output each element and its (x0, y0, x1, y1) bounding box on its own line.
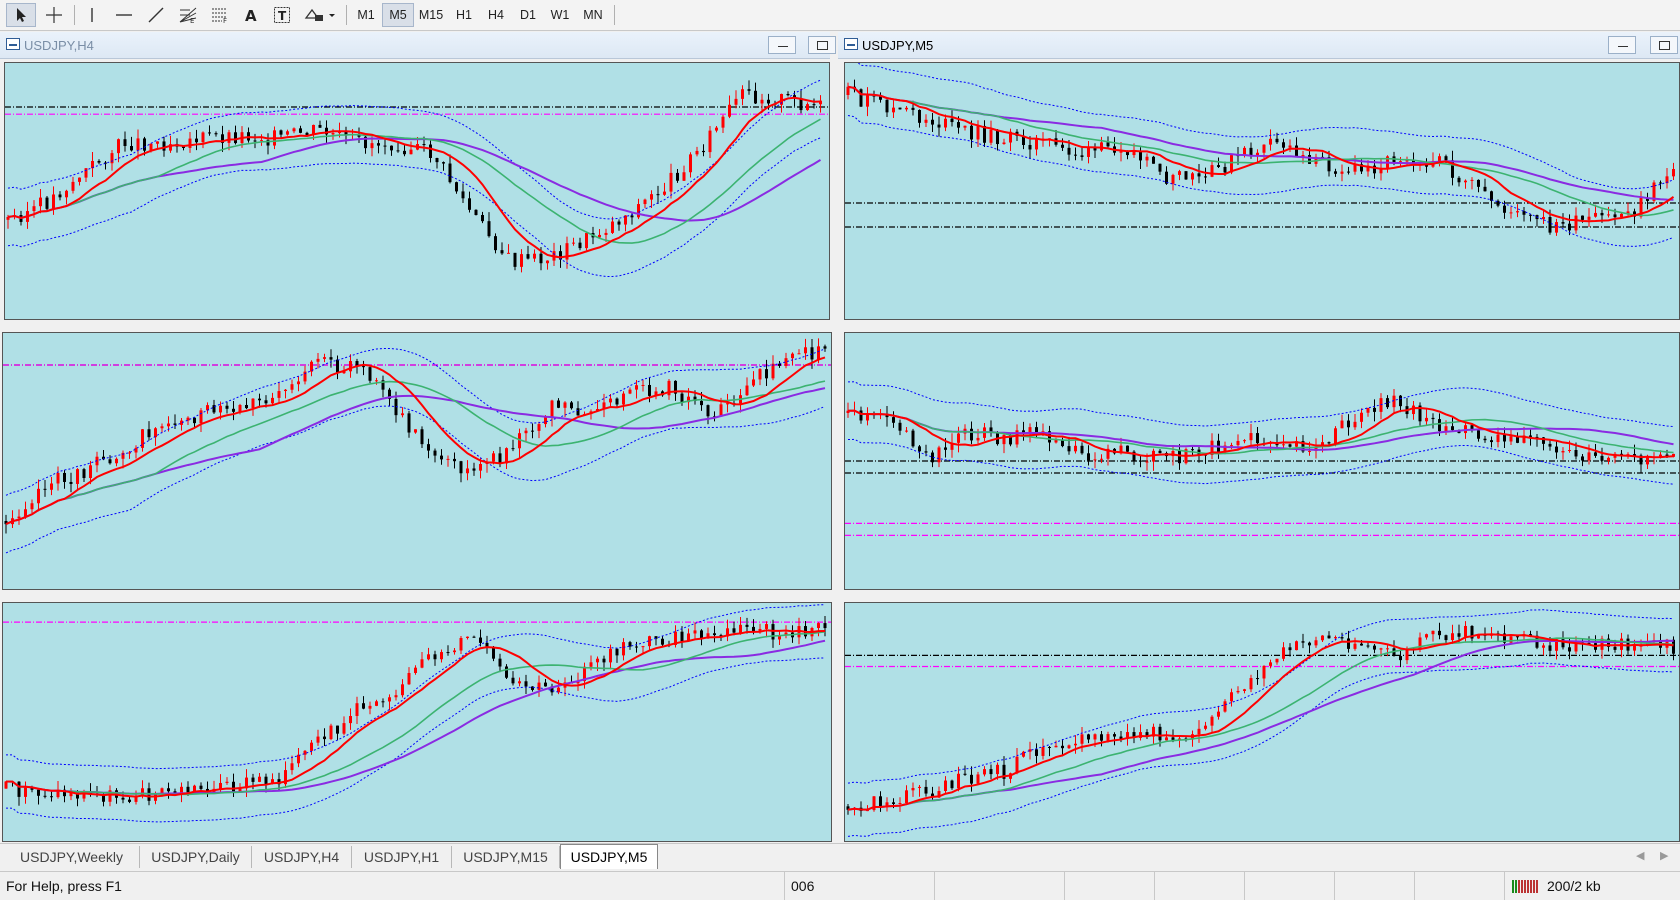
status-help-text: For Help, press F1 (6, 878, 122, 894)
shapes-dropdown-icon[interactable] (300, 3, 340, 27)
text-label-icon[interactable]: T (268, 3, 296, 27)
chart-window-icon (844, 38, 858, 50)
chart-window-title-bar[interactable]: USDJPY,M5 (838, 32, 1680, 59)
connection-bars-icon (1512, 880, 1538, 893)
timeframe-h4-button[interactable]: H4 (480, 3, 512, 27)
timeframe-d1-button[interactable]: D1 (512, 3, 544, 27)
price-chart-graphic (3, 338, 831, 554)
maximize-button[interactable] (1650, 36, 1678, 54)
horizontal-line-icon[interactable] (110, 3, 138, 27)
tab-usdjpy-m15[interactable]: USDJPY,M15 (452, 846, 560, 868)
status-profile: 006 (784, 872, 934, 900)
maximize-button[interactable] (808, 36, 836, 54)
chart-plot-area[interactable] (844, 602, 1680, 842)
minimize-button[interactable] (1608, 36, 1636, 54)
tab-usdjpy-h4[interactable]: USDJPY,H4 (252, 846, 352, 868)
chart-plot-area[interactable] (4, 62, 830, 320)
timeframe-m5-button[interactable]: M5 (382, 3, 414, 27)
chart-window[interactable] (0, 330, 832, 592)
timeframe-w1-button[interactable]: W1 (544, 3, 576, 27)
svg-text:E: E (190, 17, 194, 24)
tab-usdjpy-weekly[interactable]: USDJPY,Weekly (4, 846, 140, 868)
chart-window[interactable] (0, 600, 832, 842)
chart-plot-area[interactable] (844, 332, 1680, 590)
chart-window-usdjpy-m5[interactable]: USDJPY,M5 (838, 32, 1680, 324)
status-cell (1244, 872, 1334, 900)
tab-scroll-right-icon[interactable]: ▶ (1660, 849, 1668, 862)
status-cell (1154, 872, 1244, 900)
svg-text:A: A (245, 7, 257, 23)
status-connection: 200/2 kb (1504, 872, 1680, 900)
cursor-icon[interactable] (6, 3, 36, 27)
status-cell (1064, 872, 1154, 900)
minimize-button[interactable] (768, 36, 796, 54)
price-chart-graphic (5, 79, 829, 278)
price-chart-graphic (3, 604, 831, 823)
chart-plot-area[interactable] (2, 332, 832, 590)
chart-window[interactable] (838, 600, 1680, 842)
timeframe-h1-button[interactable]: H1 (448, 3, 480, 27)
timeframe-mn-button[interactable]: MN (576, 3, 610, 27)
tab-usdjpy-m5[interactable]: USDJPY,M5 (560, 844, 658, 869)
vertical-line-icon[interactable] (80, 3, 104, 27)
chart-window-title: USDJPY,M5 (862, 37, 934, 53)
text-icon[interactable]: A (238, 3, 264, 27)
chart-window[interactable] (838, 330, 1680, 592)
svg-text:F: F (223, 17, 227, 24)
status-cell (1334, 872, 1414, 900)
price-chart-graphic (845, 381, 1679, 536)
status-cell (1414, 872, 1504, 900)
chart-window-title-bar[interactable]: USDJPY,H4 (0, 32, 836, 59)
chart-plot-area[interactable] (844, 62, 1680, 320)
status-cell (934, 872, 1064, 900)
status-bar: For Help, press F1 006 200/2 kb (0, 871, 1680, 900)
chart-tab-bar: USDJPY,Weekly USDJPY,Daily USDJPY,H4 USD… (0, 843, 1680, 870)
fibonacci-retracement-icon[interactable]: F (206, 3, 234, 27)
fibonacci-fan-icon[interactable]: E (174, 3, 202, 27)
tab-scroll-left-icon[interactable]: ◀ (1636, 849, 1644, 862)
price-chart-graphic (845, 609, 1679, 837)
trendline-icon[interactable] (142, 3, 170, 27)
crosshair-icon[interactable] (40, 3, 68, 27)
status-traffic: 200/2 kb (1547, 878, 1601, 894)
chart-window-usdjpy-h4[interactable]: USDJPY,H4 (0, 32, 836, 324)
toolbar: E F A T M1 M5 M15 H1 H4 D1 W1 MN (0, 0, 1680, 31)
price-chart-graphic (845, 63, 1679, 247)
timeframe-m15-button[interactable]: M15 (414, 3, 448, 27)
tab-usdjpy-h1[interactable]: USDJPY,H1 (352, 846, 452, 868)
chart-window-title: USDJPY,H4 (24, 37, 94, 53)
svg-text:T: T (278, 9, 287, 23)
chart-window-icon (6, 38, 20, 50)
timeframe-m1-button[interactable]: M1 (350, 3, 382, 27)
tab-usdjpy-daily[interactable]: USDJPY,Daily (140, 846, 252, 868)
chart-plot-area[interactable] (2, 602, 832, 842)
